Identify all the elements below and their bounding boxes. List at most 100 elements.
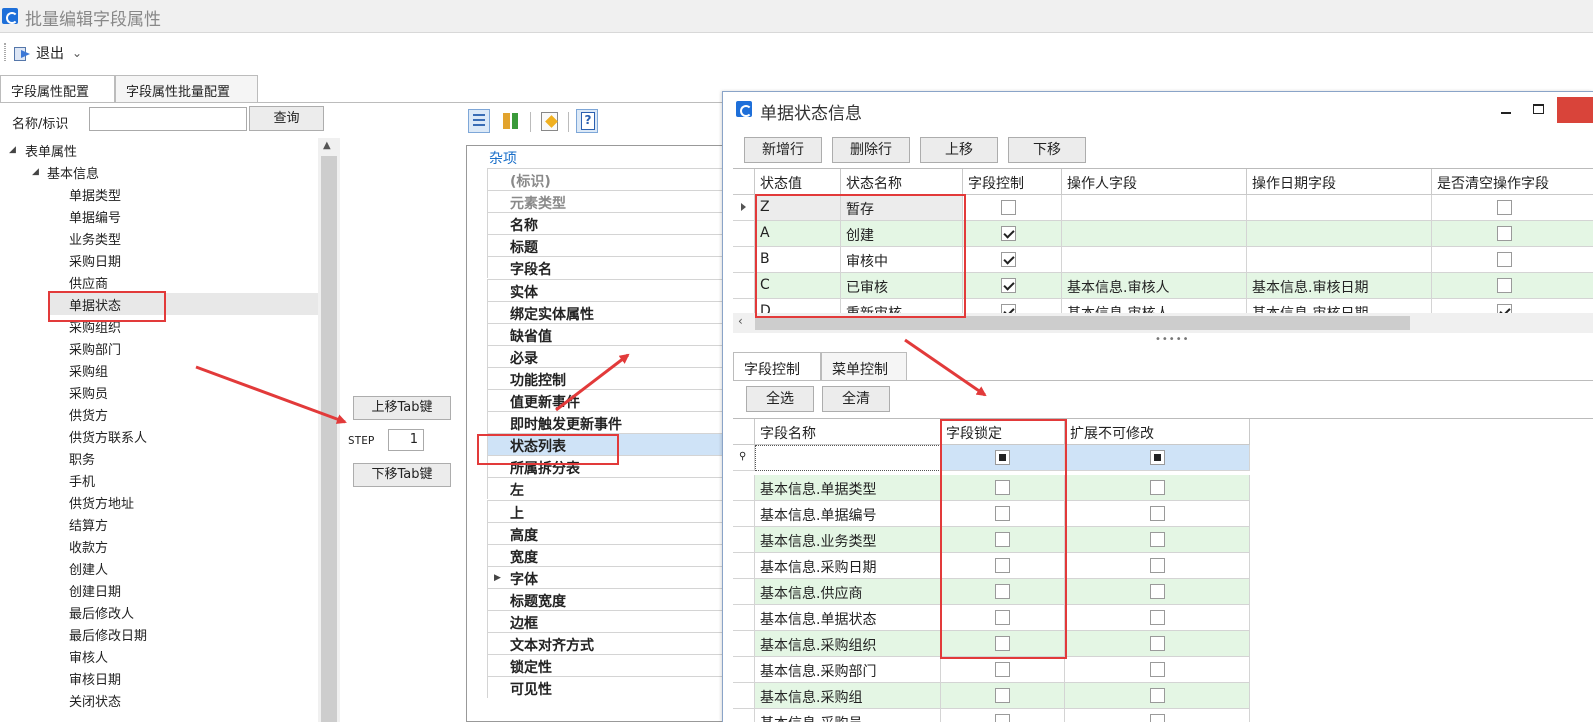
checkbox[interactable]	[995, 506, 1010, 521]
tree-item[interactable]: 采购日期	[69, 251, 121, 270]
field-control-cell[interactable]	[963, 299, 1062, 313]
status-name-cell[interactable]: 审核中	[841, 247, 963, 273]
ext-readonly-cell[interactable]	[1065, 475, 1250, 501]
property-row[interactable]: 所属拆分表	[487, 455, 724, 478]
ext-readonly-cell[interactable]	[1065, 605, 1250, 631]
table-row[interactable]: 基本信息.业务类型	[733, 527, 1593, 553]
table-row[interactable]: 基本信息.采购部门	[733, 657, 1593, 683]
row-indicator[interactable]	[733, 657, 755, 683]
status-value-cell[interactable]: Z	[755, 195, 841, 221]
property-row[interactable]: 标题宽度	[487, 587, 724, 610]
field-name-cell[interactable]: 基本信息.单据状态	[755, 605, 941, 631]
tree-item[interactable]: 单据类型	[69, 185, 121, 204]
field-name-cell[interactable]: 基本信息.采购日期	[755, 553, 941, 579]
property-row[interactable]: 高度	[487, 521, 724, 544]
field-name-cell[interactable]: 基本信息.业务类型	[755, 527, 941, 553]
select-all-button[interactable]: 全选	[746, 386, 814, 412]
filter-lock-cell[interactable]	[941, 445, 1065, 471]
property-row[interactable]: 左	[487, 477, 724, 500]
property-row[interactable]: 名称	[487, 212, 724, 235]
tab-menu-control[interactable]: 菜单控制	[821, 352, 907, 380]
table-row[interactable]: 基本信息.采购员	[733, 709, 1593, 722]
checkbox[interactable]	[1150, 714, 1165, 722]
help-icon[interactable]	[576, 109, 598, 133]
property-category[interactable]: 杂项	[489, 148, 517, 168]
checkbox[interactable]	[1150, 450, 1165, 465]
checkbox[interactable]	[995, 714, 1010, 722]
property-row[interactable]: 元素类型	[487, 190, 724, 213]
tab-field-batch-config[interactable]: 字段属性批量配置	[115, 75, 258, 102]
close-button[interactable]	[1557, 97, 1593, 123]
status-value-cell[interactable]: D	[755, 299, 841, 313]
table-row[interactable]: D重新审核 基本信息.审核人基本信息.审核日期	[733, 299, 1593, 313]
status-value-cell[interactable]: B	[755, 247, 841, 273]
row-indicator[interactable]	[733, 475, 755, 501]
tree-scrollbar[interactable]: ▲	[318, 138, 340, 722]
checkbox[interactable]	[995, 532, 1010, 547]
date-field-cell[interactable]: 基本信息.审核日期	[1247, 273, 1432, 299]
expand-icon[interactable]: ◢	[9, 145, 16, 155]
operator-field-cell[interactable]: 基本信息.审核人	[1062, 299, 1247, 313]
table-row[interactable]: A 创建	[733, 221, 1593, 247]
row-indicator[interactable]	[733, 553, 755, 579]
splitter-handle[interactable]: •••••	[1155, 334, 1190, 345]
property-row[interactable]: 值更新事件	[487, 389, 724, 411]
field-name-cell[interactable]: 基本信息.单据类型	[755, 475, 941, 501]
property-row[interactable]: 边框	[487, 610, 724, 632]
scroll-left-icon[interactable]: ‹	[738, 314, 743, 328]
clear-field-cell[interactable]	[1432, 221, 1593, 247]
checkbox[interactable]	[995, 480, 1010, 495]
table-row[interactable]: 基本信息.单据类型	[733, 475, 1593, 501]
move-up-tab-button[interactable]: 上移Tab键	[353, 396, 451, 420]
property-row[interactable]: 状态列表	[487, 433, 724, 456]
column-header[interactable]: 是否清空操作字段	[1432, 169, 1593, 195]
field-lock-cell[interactable]	[941, 605, 1065, 631]
tree-item[interactable]: 最后修改日期	[69, 625, 147, 644]
categorized-icon[interactable]	[468, 109, 490, 133]
checkbox[interactable]	[1150, 662, 1165, 677]
field-name-cell[interactable]: 基本信息.采购组	[755, 683, 941, 709]
field-lock-cell[interactable]	[941, 553, 1065, 579]
scroll-up-icon[interactable]: ▲	[323, 140, 331, 151]
table-row[interactable]: 基本信息.供应商	[733, 579, 1593, 605]
tree-item[interactable]: 供货方联系人	[69, 427, 147, 446]
property-row[interactable]: (标识)	[487, 168, 724, 190]
tree-item[interactable]: 供货方地址	[69, 493, 134, 512]
row-indicator[interactable]	[733, 527, 755, 553]
field-lock-cell[interactable]	[941, 631, 1065, 657]
expand-icon[interactable]: ▶	[494, 573, 501, 583]
scroll-thumb[interactable]	[321, 156, 337, 722]
search-input[interactable]	[89, 107, 247, 131]
field-control-cell[interactable]	[963, 221, 1062, 247]
row-indicator[interactable]	[733, 247, 755, 273]
row-indicator[interactable]	[733, 195, 755, 221]
tree-item[interactable]: 采购组织	[69, 317, 121, 336]
tree-group[interactable]: 基本信息	[47, 163, 99, 182]
tree-item[interactable]: 业务类型	[69, 229, 121, 248]
tab-field-control[interactable]: 字段控制	[733, 352, 821, 381]
status-name-cell[interactable]: 已审核	[841, 273, 963, 299]
ext-readonly-cell[interactable]	[1065, 553, 1250, 579]
property-row[interactable]: 锁定性	[487, 654, 724, 677]
table-row[interactable]: 基本信息.单据编号	[733, 501, 1593, 527]
row-indicator[interactable]	[733, 273, 755, 299]
move-down-tab-button[interactable]: 下移Tab键	[353, 463, 451, 487]
clear-field-cell[interactable]	[1432, 273, 1593, 299]
property-row[interactable]: 实体	[487, 278, 724, 301]
clear-all-button[interactable]: 全清	[822, 386, 890, 412]
column-header[interactable]: 扩展不可修改	[1065, 419, 1250, 445]
ext-readonly-cell[interactable]	[1065, 683, 1250, 709]
property-row[interactable]: 绑定实体属性	[487, 300, 724, 323]
field-control-cell[interactable]	[963, 273, 1062, 299]
table-row[interactable]: 基本信息.采购日期	[733, 553, 1593, 579]
tree-item[interactable]: 职务	[69, 449, 95, 468]
property-row[interactable]: 文本对齐方式	[487, 632, 724, 655]
tree-item[interactable]: 手机	[69, 471, 95, 490]
column-header[interactable]: 字段锁定	[941, 419, 1065, 445]
tree-item[interactable]: 采购员	[69, 383, 108, 402]
field-lock-cell[interactable]	[941, 501, 1065, 527]
column-header[interactable]: 操作日期字段	[1247, 169, 1432, 195]
tree-item[interactable]: 供货方	[69, 405, 108, 424]
status-value-cell[interactable]: C	[755, 273, 841, 299]
checkbox[interactable]	[1150, 584, 1165, 599]
